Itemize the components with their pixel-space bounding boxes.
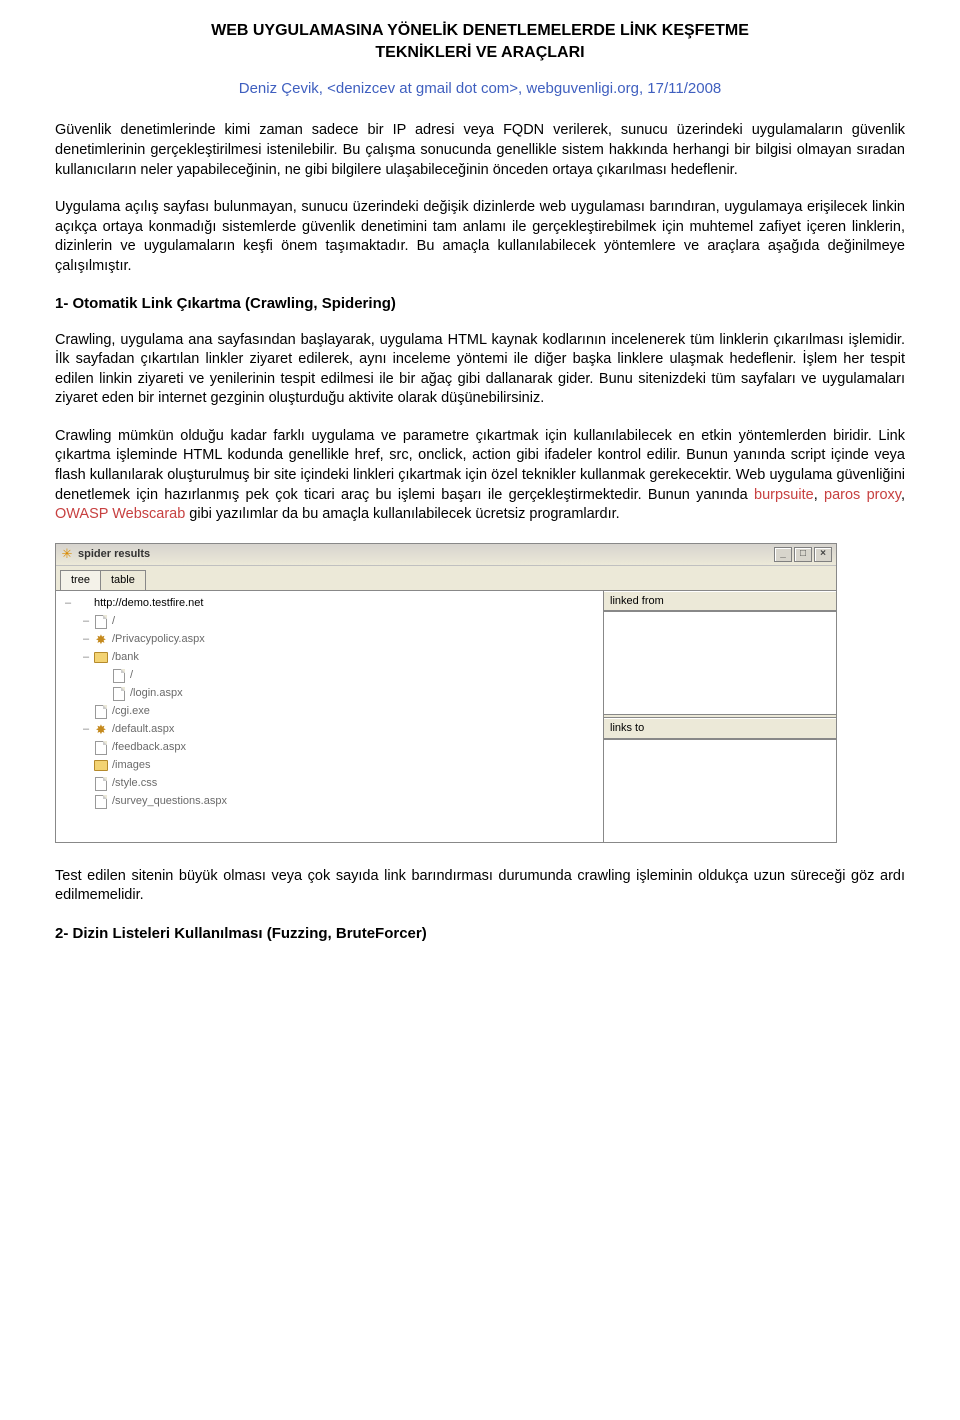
- tree-row[interactable]: /feedback.aspx: [58, 739, 601, 757]
- close-button[interactable]: ×: [814, 547, 832, 562]
- tab-table[interactable]: table: [100, 570, 146, 590]
- section-1-para-2: Crawling mümkün olduğu kadar farklı uygu…: [55, 427, 905, 525]
- tabs-row: tree table: [56, 566, 836, 590]
- tree-row[interactable]: –/: [58, 613, 601, 631]
- window-buttons: _ □ ×: [774, 547, 832, 562]
- tree-row[interactable]: – /bank: [58, 649, 601, 667]
- tab-tree[interactable]: tree: [60, 570, 101, 590]
- file-icon: [112, 687, 126, 701]
- tree-row[interactable]: /images: [58, 757, 601, 775]
- tree-row[interactable]: /: [58, 667, 601, 685]
- sep2: ,: [901, 487, 905, 503]
- file-icon: [94, 741, 108, 755]
- minimize-button[interactable]: _: [774, 547, 792, 562]
- window-title: spider results: [78, 547, 774, 562]
- blank-icon: [76, 597, 90, 611]
- tree-node-label: /: [112, 614, 115, 629]
- file-icon: [94, 705, 108, 719]
- maximize-button[interactable]: □: [794, 547, 812, 562]
- folder-icon: [94, 759, 108, 773]
- tree-row[interactable]: /style.css: [58, 775, 601, 793]
- tree-node-label: /survey_questions.aspx: [112, 794, 227, 809]
- doc-title: WEB UYGULAMASINA YÖNELİK DENETLEMELERDE …: [55, 20, 905, 63]
- tree-expand-handle[interactable]: –: [62, 596, 74, 611]
- tree-expand-handle[interactable]: –: [80, 650, 92, 665]
- link-owasp-webscarab[interactable]: OWASP Webscarab: [55, 506, 185, 522]
- right-pane: linked from links to: [604, 591, 836, 842]
- tree-node-label: /Privacypolicy.aspx: [112, 632, 205, 647]
- tree-node-label: /images: [112, 758, 151, 773]
- tree-node-label: http://demo.testfire.net: [94, 596, 203, 611]
- panes: –http://demo.testfire.net–/–✸/Privacypol…: [56, 590, 836, 842]
- tree-expand-handle[interactable]: –: [80, 614, 92, 629]
- file-icon: [94, 615, 108, 629]
- tree-row[interactable]: –✸ /Privacypolicy.aspx: [58, 631, 601, 649]
- link-paros-proxy[interactable]: paros proxy: [824, 487, 901, 503]
- app-icon: ✳: [60, 547, 74, 561]
- gear-icon: ✸: [94, 723, 108, 737]
- section-1-para-3: Test edilen sitenin büyük olması veya ço…: [55, 867, 905, 906]
- tree-row[interactable]: /cgi.exe: [58, 703, 601, 721]
- intro-para-1: Güvenlik denetimlerinde kimi zaman sadec…: [55, 121, 905, 180]
- tree-node-label: /style.css: [112, 776, 157, 791]
- tree-node-label: /cgi.exe: [112, 704, 150, 719]
- links-to-list[interactable]: [604, 739, 836, 842]
- file-icon: [112, 669, 126, 683]
- spider-results-window: ✳ spider results _ □ × tree table –http:…: [55, 543, 837, 843]
- title-line-2: TEKNİKLERİ VE ARAÇLARI: [375, 44, 584, 61]
- window-titlebar[interactable]: ✳ spider results _ □ ×: [56, 544, 836, 566]
- tree-row[interactable]: – http://demo.testfire.net: [58, 595, 601, 613]
- tree-node-label: /: [130, 668, 133, 683]
- tree-row[interactable]: /survey_questions.aspx: [58, 793, 601, 811]
- section-1-heading: 1- Otomatik Link Çıkartma (Crawling, Spi…: [55, 294, 905, 314]
- tree-node-label: /feedback.aspx: [112, 740, 186, 755]
- tree-row[interactable]: –✸ /default.aspx: [58, 721, 601, 739]
- section-2-heading: 2- Dizin Listeleri Kullanılması (Fuzzing…: [55, 924, 905, 944]
- doc-byline: Deniz Çevik, <denizcev at gmail dot com>…: [55, 79, 905, 99]
- link-burpsuite[interactable]: burpsuite: [754, 487, 814, 503]
- file-icon: [94, 795, 108, 809]
- tree-node-label: /default.aspx: [112, 722, 174, 737]
- tree-node-label: /bank: [112, 650, 139, 665]
- tree-pane[interactable]: –http://demo.testfire.net–/–✸/Privacypol…: [56, 591, 604, 842]
- tree-row[interactable]: /login.aspx: [58, 685, 601, 703]
- tree-expand-handle[interactable]: –: [80, 722, 92, 737]
- intro-para-2: Uygulama açılış sayfası bulunmayan, sunu…: [55, 198, 905, 276]
- links-to-header: links to: [604, 718, 836, 739]
- linked-from-header: linked from: [604, 591, 836, 612]
- gear-icon: ✸: [94, 633, 108, 647]
- file-icon: [94, 777, 108, 791]
- title-line-1: WEB UYGULAMASINA YÖNELİK DENETLEMELERDE …: [211, 22, 749, 39]
- folder-icon: [94, 651, 108, 665]
- p4-post: gibi yazılımlar da bu amaçla kullanılabi…: [185, 506, 619, 522]
- tree-expand-handle[interactable]: –: [80, 632, 92, 647]
- tree-node-label: /login.aspx: [130, 686, 183, 701]
- linked-from-list[interactable]: [604, 611, 836, 714]
- section-1-para-1: Crawling, uygulama ana sayfasından başla…: [55, 331, 905, 409]
- sep1: ,: [814, 487, 824, 503]
